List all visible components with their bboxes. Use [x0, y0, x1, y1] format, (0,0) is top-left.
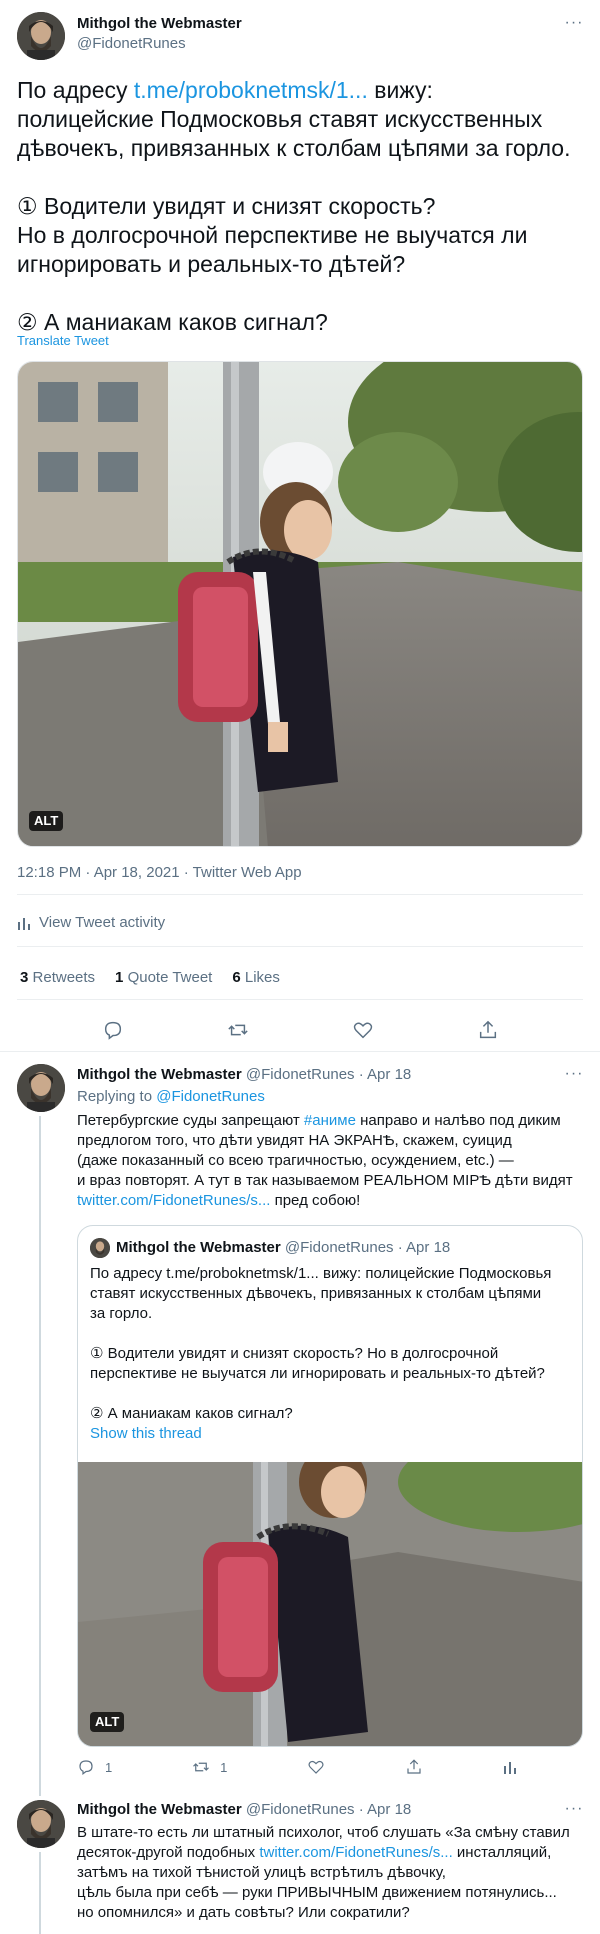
thread-line: [39, 1116, 41, 1796]
tweet-link[interactable]: t.me/proboknetmsk/1...: [134, 77, 368, 103]
quote-photo: [78, 1462, 582, 1746]
quote-text: По адресу t.me/proboknetmsk/1... вижу: п…: [90, 1264, 570, 1444]
tweet-link[interactable]: twitter.com/FidonetRunes/s...: [77, 1192, 270, 1209]
view-activity-link[interactable]: View Tweet activity: [17, 914, 165, 931]
reply-author-handle[interactable]: @FidonetRunes: [246, 1066, 355, 1083]
share-button[interactable]: [405, 1757, 423, 1777]
author-name[interactable]: Mithgol the Webmaster: [77, 15, 242, 32]
replying-to-handle[interactable]: @FidonetRunes: [156, 1088, 265, 1105]
quote-date: · Apr 18: [397, 1239, 451, 1256]
tweet-text: По адресу t.me/proboknetmsk/1... вижу: п…: [17, 77, 571, 335]
reply-header: Mithgol the Webmaster @FidonetRunes · Ap…: [77, 1801, 411, 1818]
retweet-icon[interactable]: [224, 1016, 252, 1044]
reply-author-avatar[interactable]: [17, 1800, 65, 1848]
more-options-icon[interactable]: ···: [562, 14, 586, 38]
quote-header: Mithgol the Webmaster @FidonetRunes · Ap…: [116, 1239, 450, 1256]
likes-stat[interactable]: 6 Likes: [232, 969, 280, 986]
reply-text: В штате-то есть ли штатный психолог, что…: [77, 1824, 570, 1921]
more-options-icon[interactable]: ···: [562, 1065, 586, 1089]
reply-icon: [79, 1760, 93, 1775]
like-icon: [308, 1760, 324, 1774]
reply-author-name[interactable]: Mithgol the Webmaster: [77, 1801, 242, 1818]
like-button[interactable]: [307, 1757, 325, 1777]
tweet-link[interactable]: twitter.com/FidonetRunes/s...: [259, 1844, 452, 1861]
activity-label: View Tweet activity: [39, 914, 166, 931]
alt-badge[interactable]: ALT: [29, 811, 64, 831]
reply-author-avatar[interactable]: [17, 1064, 65, 1112]
activity-icon: [18, 917, 30, 930]
reply-author-name[interactable]: Mithgol the Webmaster: [77, 1066, 242, 1083]
tweet-actions: [0, 1016, 600, 1044]
reply-header: Mithgol the Webmaster @FidonetRunes · Ap…: [77, 1066, 411, 1083]
tweet-stats: 3 Retweets 1 Quote Tweet 6 Likes: [20, 969, 280, 986]
hashtag-link[interactable]: #аниме: [304, 1112, 356, 1129]
author-handle[interactable]: @FidonetRunes: [77, 35, 186, 52]
reply-actions: 1 1: [77, 1757, 517, 1777]
quote-tweets-stat[interactable]: 1 Quote Tweet: [115, 969, 212, 986]
tweet-timestamp[interactable]: 12:18 PM · Apr 18, 2021 · Twitter Web Ap…: [17, 864, 302, 881]
thread-line: [39, 1852, 41, 1934]
retweet-button[interactable]: 1: [192, 1757, 227, 1777]
reply-count: 1: [105, 1759, 113, 1775]
divider: [17, 946, 583, 947]
divider: [17, 894, 583, 895]
retweet-count: 1: [220, 1759, 228, 1775]
quote-author-handle: @FidonetRunes: [284, 1239, 394, 1256]
replying-to: Replying to @FidonetRunes: [77, 1088, 265, 1105]
reply-date[interactable]: · Apr 18: [359, 1801, 412, 1818]
activity-button[interactable]: [503, 1757, 517, 1777]
reply-date[interactable]: · Apr 18: [359, 1066, 412, 1083]
share-icon: [407, 1759, 421, 1774]
divider: [17, 999, 583, 1000]
more-options-icon[interactable]: ···: [562, 1800, 586, 1824]
translate-tweet-link[interactable]: Translate Tweet: [17, 333, 109, 348]
show-thread-link[interactable]: Show this thread: [90, 1424, 570, 1444]
retweet-icon: [193, 1762, 210, 1772]
reply-text: Петербургские суды запрещают #аниме напр…: [77, 1112, 573, 1209]
reply-icon[interactable]: [99, 1016, 127, 1044]
reply-button[interactable]: 1: [77, 1757, 112, 1777]
reply-author-handle[interactable]: @FidonetRunes: [246, 1801, 355, 1818]
like-icon[interactable]: [349, 1016, 377, 1044]
quote-author-name: Mithgol the Webmaster: [116, 1239, 281, 1256]
retweets-stat[interactable]: 3 Retweets: [20, 969, 95, 986]
quote-author-avatar: [90, 1238, 110, 1258]
alt-badge[interactable]: ALT: [90, 1712, 125, 1732]
tweet-photo[interactable]: [17, 361, 583, 847]
author-avatar[interactable]: [17, 12, 65, 60]
quoted-tweet-card[interactable]: Mithgol the Webmaster @FidonetRunes · Ap…: [77, 1225, 583, 1747]
share-icon[interactable]: [474, 1016, 502, 1044]
main-tweet: Mithgol the Webmaster @FidonetRunes ··· …: [0, 0, 600, 1052]
activity-icon: [503, 1762, 516, 1774]
